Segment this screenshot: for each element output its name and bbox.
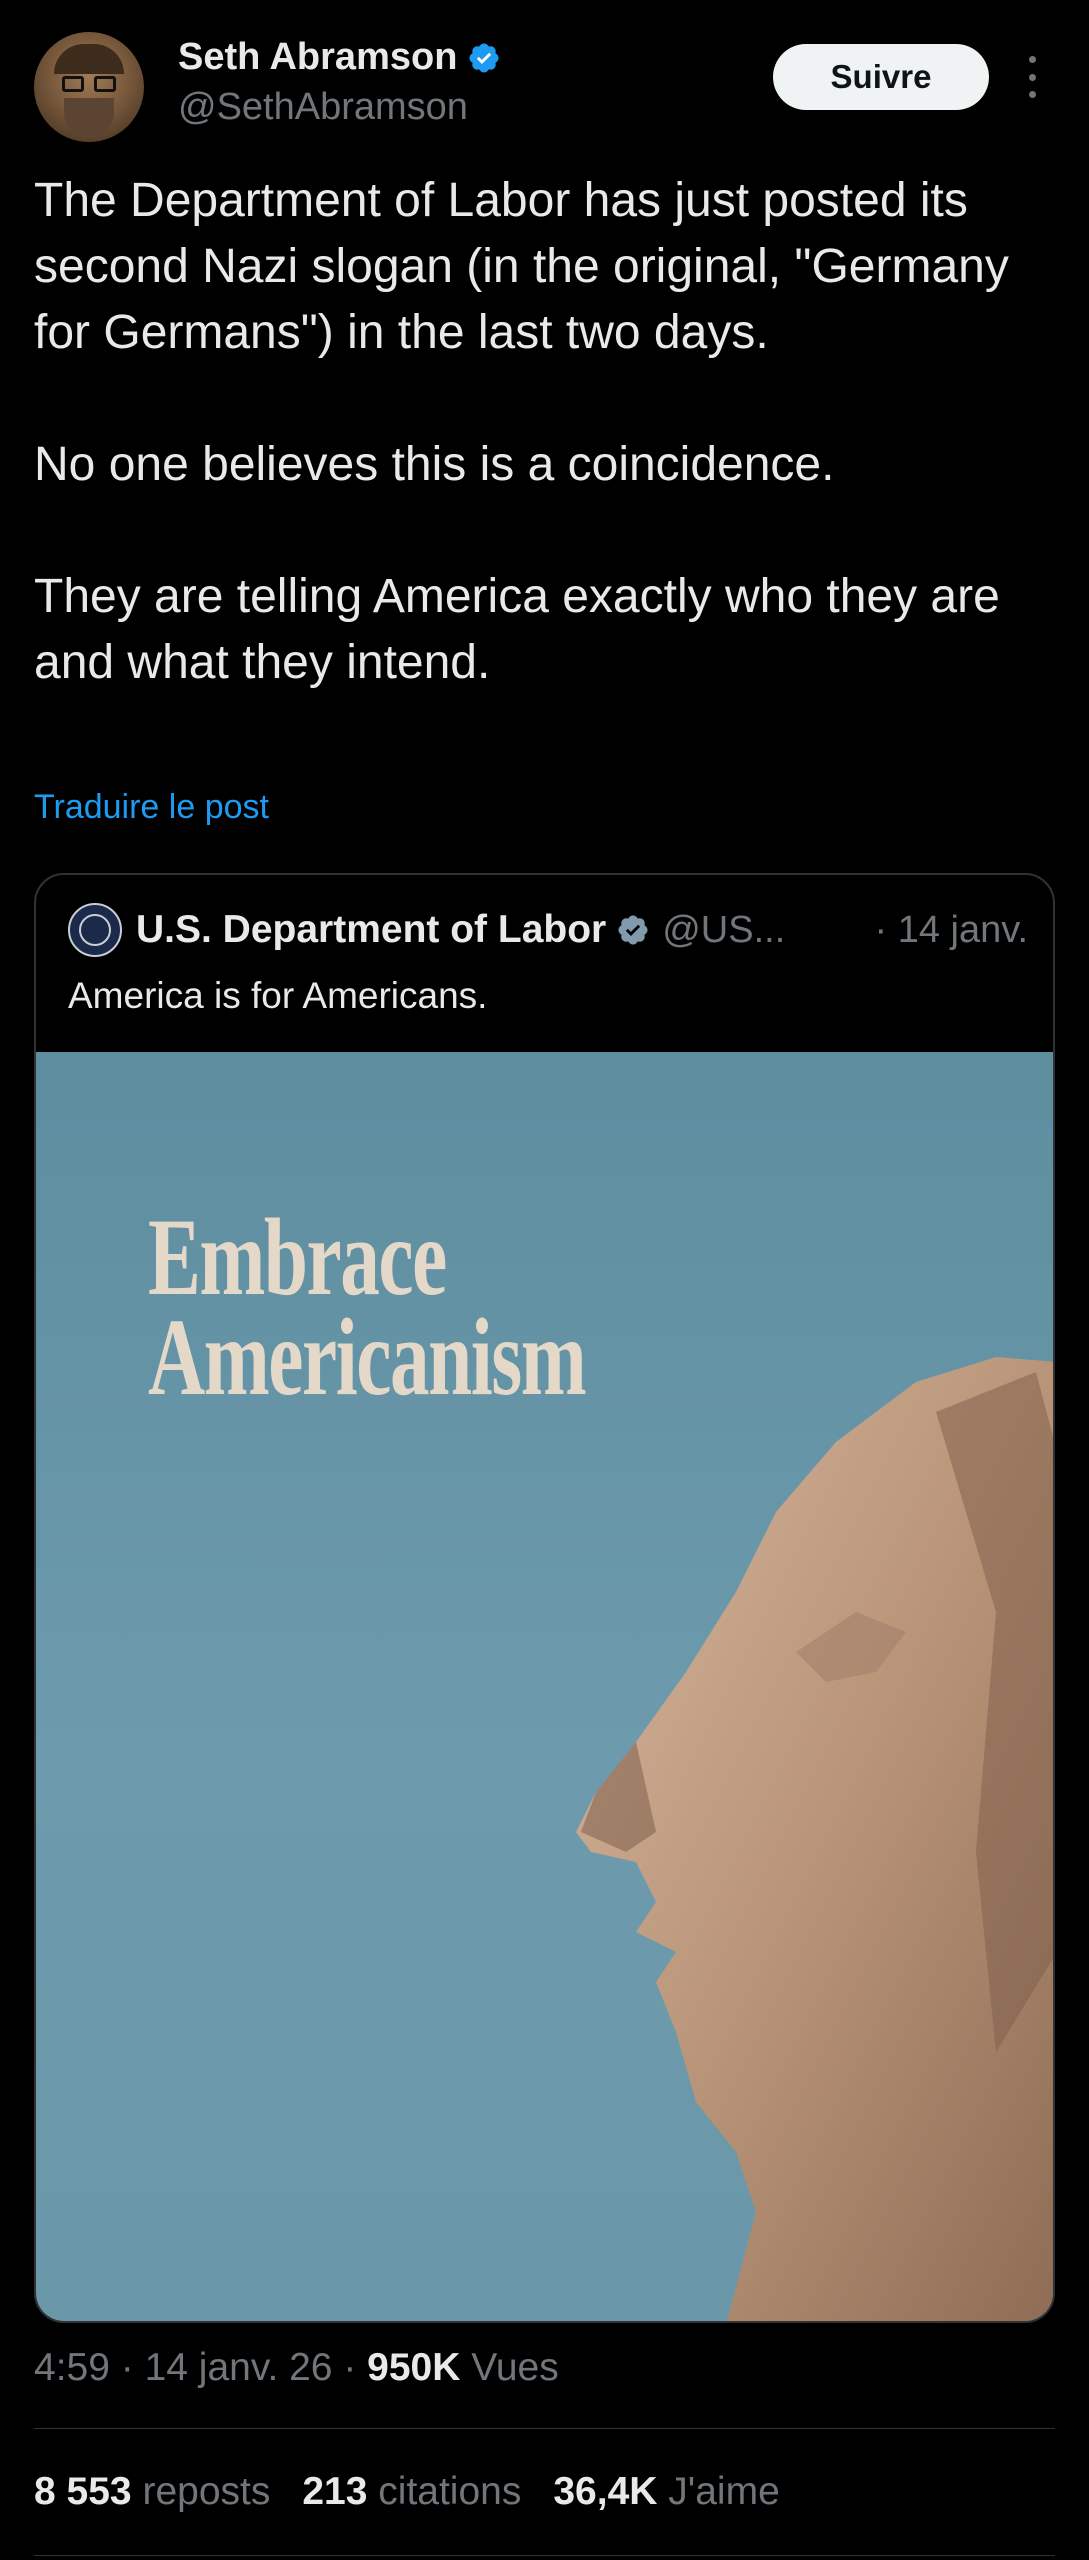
likes-label: J'aime xyxy=(668,2470,780,2513)
tweet-text: The Department of Labor has just posted … xyxy=(34,168,1054,696)
meta-divider xyxy=(34,2428,1055,2429)
stats-divider xyxy=(34,2555,1055,2556)
author-name[interactable]: Seth Abramson xyxy=(178,36,457,79)
quoted-date: · 14 janv. xyxy=(874,908,1028,951)
views-count: 950K xyxy=(367,2346,461,2389)
quotes-count: 213 xyxy=(302,2470,368,2513)
quoted-author-handle: @US... xyxy=(662,908,786,951)
verified-badge-icon xyxy=(618,915,648,945)
tweet-time[interactable]: 4:59 xyxy=(34,2346,110,2389)
author-name-row[interactable]: Seth Abramson xyxy=(178,36,501,79)
quoted-media-image[interactable]: Embrace Americanism xyxy=(36,1052,1053,2321)
verified-badge-icon xyxy=(469,42,499,73)
quotes-stat[interactable]: 213 citations xyxy=(302,2470,521,2514)
translate-link[interactable]: Traduire le post xyxy=(34,788,269,827)
tweet-header: Seth Abramson @SethAbramson Suivre xyxy=(0,0,1089,160)
media-headline: Embrace Americanism xyxy=(148,1196,587,1418)
meta-separator: · xyxy=(343,2346,368,2389)
tweet-date[interactable]: 14 janv. 26 xyxy=(145,2346,333,2389)
reposts-stat[interactable]: 8 553 reposts xyxy=(34,2470,270,2514)
meta-separator: · xyxy=(120,2346,145,2389)
views-label: Vues xyxy=(471,2346,559,2389)
quoted-header: U.S. Department of Labor @US... · 14 jan… xyxy=(68,903,1028,957)
quotes-label: citations xyxy=(378,2470,522,2513)
likes-count: 36,4K xyxy=(553,2470,658,2513)
avatar[interactable] xyxy=(34,32,144,142)
author-handle[interactable]: @SethAbramson xyxy=(178,86,468,129)
tweet-paragraph: The Department of Labor has just posted … xyxy=(34,174,1009,359)
tweet-stats: 8 553 reposts 213 citations 36,4K J'aime xyxy=(34,2470,780,2514)
media-headline-line: Americanism xyxy=(148,1296,587,1418)
tweet-paragraph: They are telling America exactly who the… xyxy=(34,570,1000,689)
tweet-paragraph: No one believes this is a coincidence. xyxy=(34,438,835,491)
reposts-label: reposts xyxy=(142,2470,271,2513)
tweet-meta: 4:59 · 14 janv. 26 · 950K Vues xyxy=(34,2346,559,2390)
follow-button[interactable]: Suivre xyxy=(773,44,989,110)
quoted-tweet[interactable]: U.S. Department of Labor @US... · 14 jan… xyxy=(34,873,1055,2323)
media-headline-line: Embrace xyxy=(148,1196,447,1318)
reposts-count: 8 553 xyxy=(34,2470,132,2513)
quoted-avatar xyxy=(68,903,122,957)
likes-stat[interactable]: 36,4K J'aime xyxy=(553,2470,779,2514)
quoted-text: America is for Americans. xyxy=(68,975,488,1016)
quoted-author-name: U.S. Department of Labor xyxy=(136,908,607,951)
more-vertical-icon[interactable] xyxy=(1020,56,1044,98)
